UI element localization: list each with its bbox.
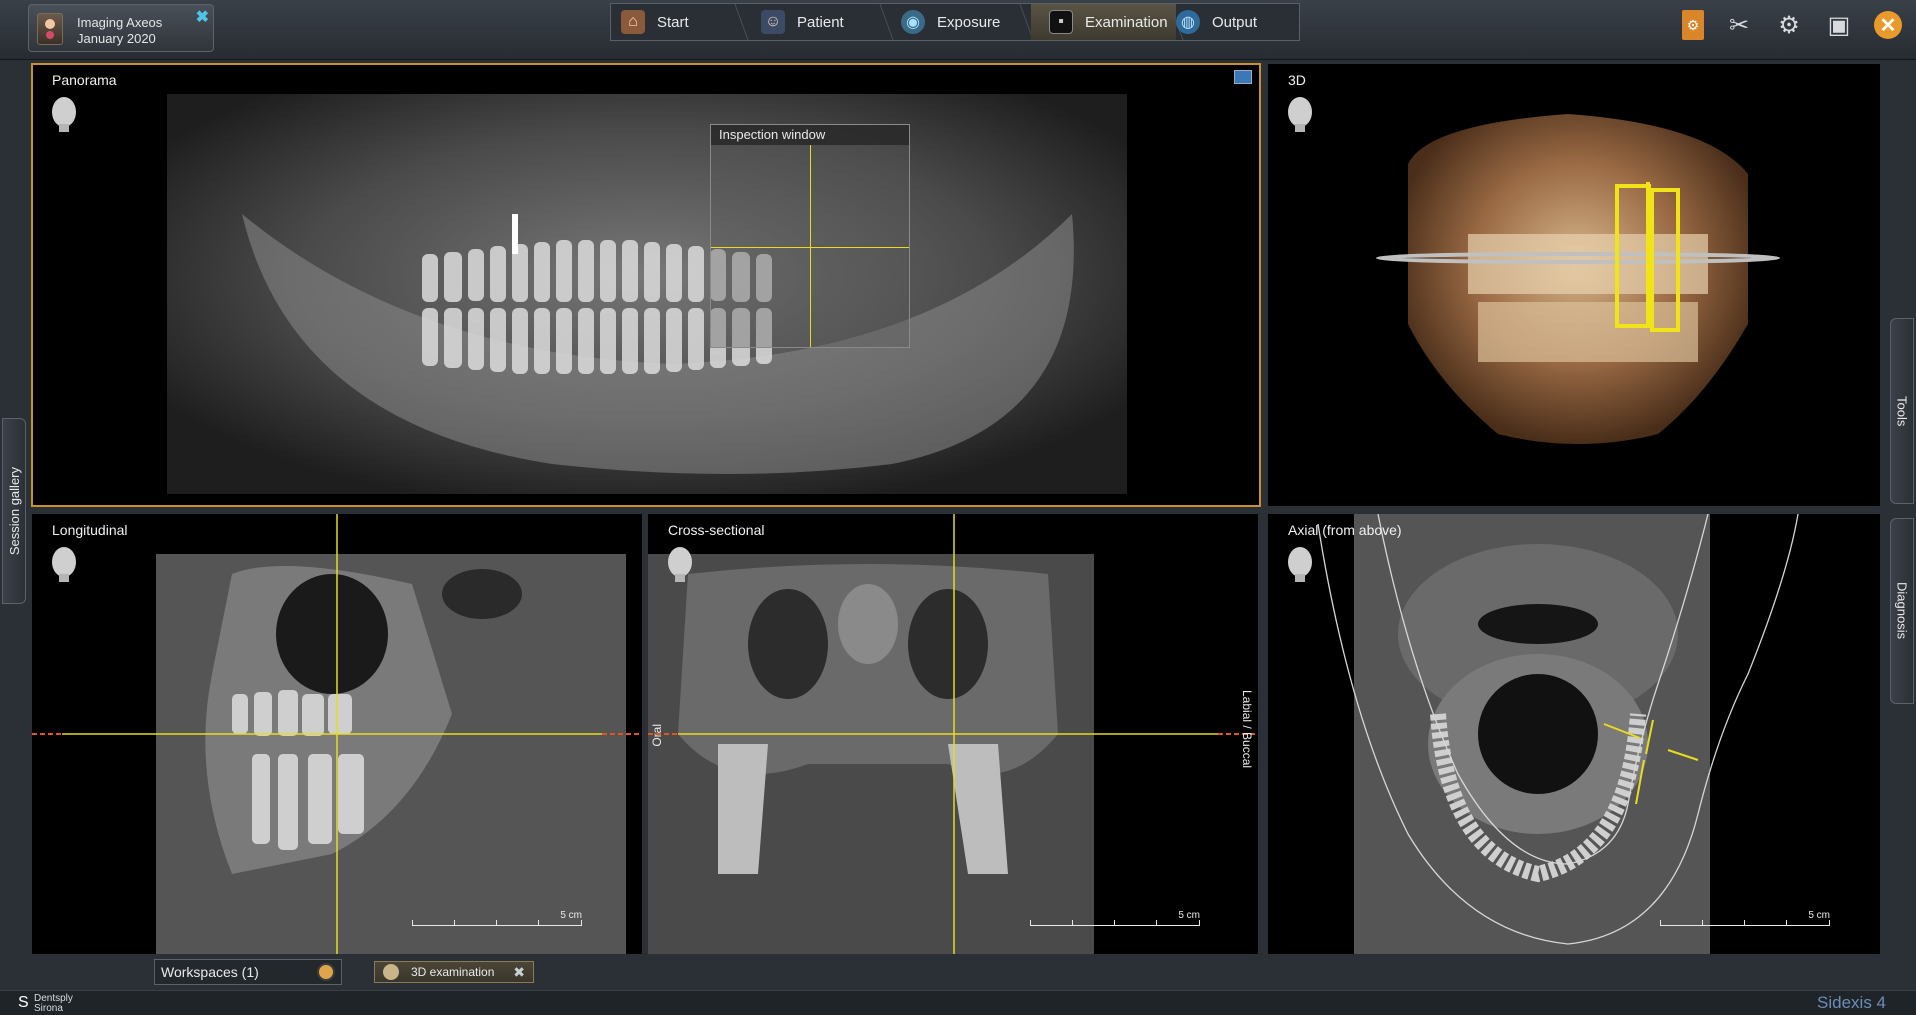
close-icon[interactable]: ✕ [1874, 11, 1902, 39]
workflow-output[interactable]: ◍ Output [1176, 4, 1296, 40]
exam-tab-close-icon[interactable]: ✖ [513, 964, 525, 981]
axial-label: Axial (from above) [1288, 522, 1402, 538]
cross-sectional-view[interactable]: Cross-sectional Oral Labial / Buccal 5 c… [648, 514, 1258, 954]
top-bar: Imaging Axeos January 2020 ✖ ⌂ Start ☺ P… [0, 0, 1916, 60]
longitudinal-image [32, 514, 642, 954]
tools-icon[interactable]: ✂ [1724, 10, 1754, 40]
inspection-window[interactable]: Inspection window [710, 124, 910, 348]
workspaces-tab[interactable]: Workspaces (1) [154, 959, 342, 985]
axial-view[interactable]: Axial (from above) 5 cm [1268, 514, 1880, 954]
patient-avatar [37, 13, 63, 45]
dentsply-logo-icon: S [18, 994, 29, 1011]
footer: S Dentsply Sirona Sidexis 4 [0, 990, 1916, 1015]
crosshair-vertical[interactable] [810, 145, 811, 347]
panorama-view[interactable]: Panorama Inspection window [31, 63, 1261, 507]
workflow-examination[interactable]: ▪ Examination [1031, 4, 1176, 40]
panorama-image [167, 94, 1127, 494]
view-3d[interactable]: 3D [1268, 64, 1880, 506]
3d-exam-icon [383, 964, 399, 980]
exposure-icon: ◉ [901, 10, 925, 34]
toolbar-icons: ⚙ ✂ ⚙ ▣ ✕ [1682, 10, 1902, 40]
gear-icon[interactable]: ⚙ [1774, 10, 1804, 40]
oral-side-label: Oral [650, 724, 664, 747]
screens-icon[interactable]: ▣ [1824, 10, 1854, 40]
head-orientation-icon[interactable] [1286, 546, 1314, 584]
patient-icon: ☺ [761, 10, 785, 34]
cross-sectional-label: Cross-sectional [668, 522, 765, 538]
panorama-label: Panorama [52, 72, 117, 88]
workspaces-label: Workspaces (1) [161, 964, 259, 980]
output-icon: ◍ [1176, 10, 1200, 34]
product-name: Sidexis 4 [1817, 993, 1886, 1012]
labial-buccal-side-label: Labial / Buccal [1240, 690, 1254, 769]
axial-image [1317, 514, 1799, 954]
scale-bar-label: 5 cm [1178, 910, 1200, 921]
scale-bar-label: 5 cm [1808, 910, 1830, 921]
workflow-exposure[interactable]: ◉ Exposure [901, 4, 1031, 40]
3d-render-image [1376, 114, 1780, 444]
head-orientation-icon[interactable] [50, 546, 78, 584]
scale-bar-label: 5 cm [560, 910, 582, 921]
workflow-bar: ⌂ Start ☺ Patient ◉ Exposure ▪ Examinati… [610, 3, 1300, 41]
examination-icon: ▪ [1049, 10, 1073, 34]
3d-label: 3D [1288, 72, 1306, 88]
workspace-settings-icon[interactable] [317, 963, 335, 981]
close-patient-icon[interactable]: ✖ [196, 7, 209, 27]
crosshair-horizontal[interactable] [711, 247, 909, 248]
scale-bar: 5 cm [412, 910, 582, 930]
patient-date: January 2020 [77, 31, 156, 46]
layout-toggle-icon[interactable] [1234, 70, 1252, 84]
head-orientation-icon[interactable] [1286, 96, 1314, 134]
head-orientation-icon[interactable] [50, 96, 78, 134]
workflow-start[interactable]: ⌂ Start [621, 4, 741, 40]
scale-bar: 5 cm [1030, 910, 1200, 930]
cross-sectional-image [648, 514, 1258, 954]
brand-line2: Sirona [34, 1003, 63, 1014]
patient-tab[interactable]: Imaging Axeos January 2020 ✖ [28, 4, 214, 52]
exam-tab[interactable]: 3D examination ✖ [374, 961, 534, 983]
scale-bar: 5 cm [1660, 910, 1830, 930]
diagnosis-tab[interactable]: Diagnosis [1890, 518, 1914, 704]
inspection-window-title: Inspection window [711, 125, 909, 145]
home-icon: ⌂ [621, 10, 645, 34]
report-icon[interactable]: ⚙ [1682, 10, 1704, 40]
exam-tab-label: 3D examination [411, 965, 495, 979]
brand-logo: S Dentsply Sirona [18, 994, 73, 1014]
session-gallery-tab[interactable]: Session gallery [2, 418, 26, 604]
longitudinal-view[interactable]: Longitudinal 5 cm [32, 514, 642, 954]
longitudinal-label: Longitudinal [52, 522, 128, 538]
tools-tab[interactable]: Tools [1890, 318, 1914, 504]
head-orientation-icon[interactable] [666, 546, 694, 584]
workflow-patient[interactable]: ☺ Patient [761, 4, 881, 40]
patient-name: Imaging Axeos [77, 15, 163, 30]
